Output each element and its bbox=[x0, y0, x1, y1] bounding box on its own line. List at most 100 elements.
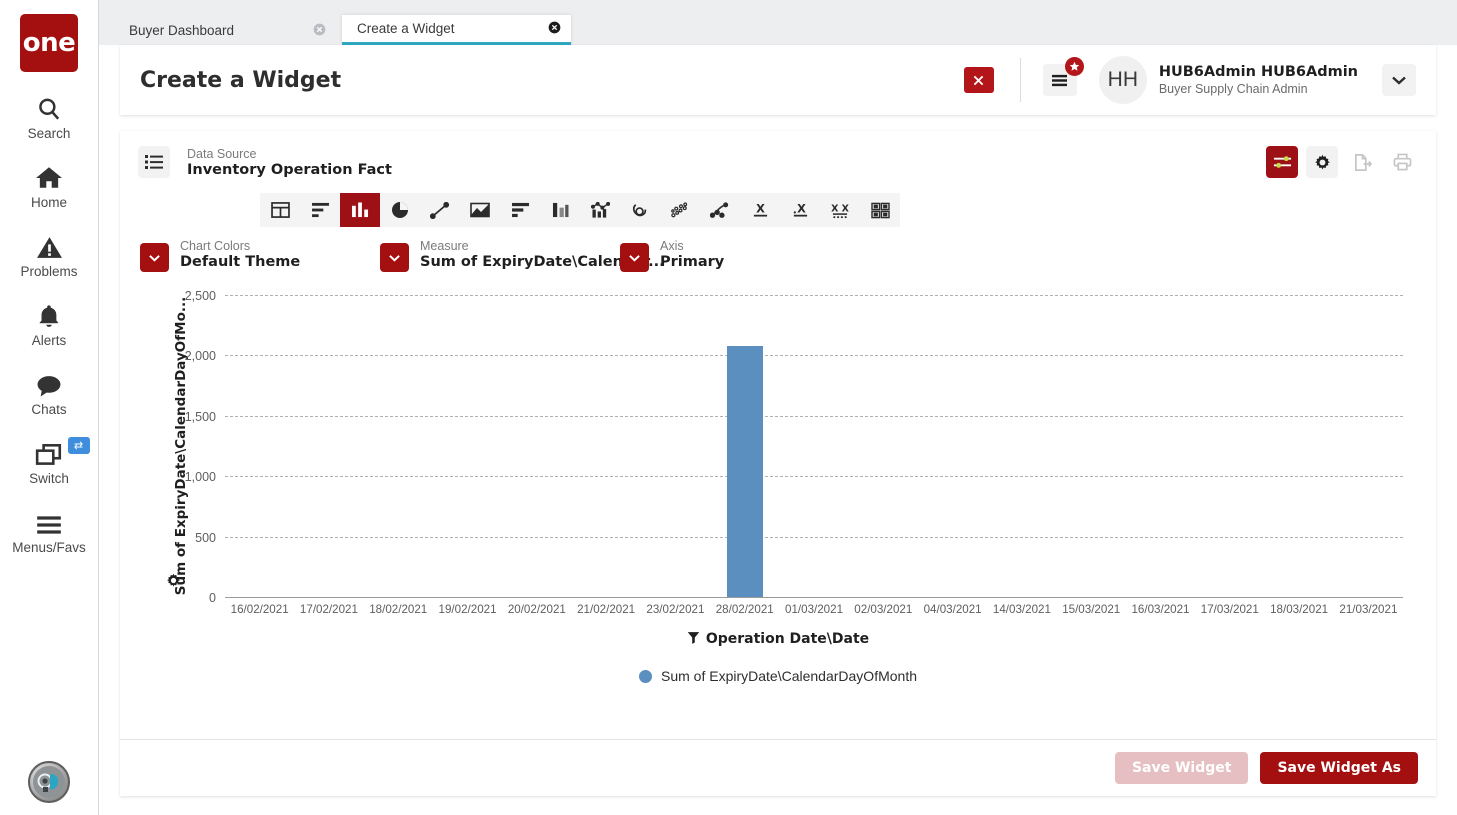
line-icon[interactable] bbox=[420, 193, 460, 227]
legend-color-dot bbox=[639, 669, 652, 683]
selector-chart-colors[interactable]: Chart Colors Default Theme bbox=[140, 239, 300, 272]
y-axis-title: Sum of ExpiryDate\CalendarDayOfMo... bbox=[170, 291, 192, 601]
y-axis-tick-label: 1,500 bbox=[184, 409, 216, 424]
bar-slot bbox=[1126, 295, 1195, 597]
svg-text:X: X bbox=[756, 202, 765, 215]
save-widget-as-button[interactable]: Save Widget As bbox=[1260, 752, 1418, 784]
y-axis-tick-label: 2,500 bbox=[184, 289, 216, 303]
x-axis-tick-label: 02/03/2021 bbox=[854, 603, 913, 616]
x-axis-tick-label: 01/03/2021 bbox=[785, 603, 844, 616]
filter-funnel-icon bbox=[687, 631, 700, 648]
selector-axis[interactable]: Axis Primary bbox=[620, 239, 724, 272]
rail-item-search[interactable]: Search bbox=[0, 92, 99, 141]
page-title: Create a Widget bbox=[140, 67, 342, 93]
x-axis-tick-label: 16/03/2021 bbox=[1131, 603, 1190, 616]
chevron-down-icon[interactable] bbox=[620, 243, 649, 272]
gear-icon[interactable] bbox=[1306, 146, 1338, 178]
chevron-down-icon[interactable] bbox=[380, 243, 409, 272]
x-axis-title: Operation Date\Date bbox=[120, 631, 1436, 648]
x-axis-tick-label: 21/02/2021 bbox=[577, 603, 636, 616]
x-axis-title-text: Operation Date\Date bbox=[705, 631, 870, 647]
avatar[interactable]: HH bbox=[1098, 56, 1147, 104]
stacked-bar-icon[interactable] bbox=[500, 193, 540, 227]
tab-create-a-widget[interactable]: Create a Widget bbox=[342, 15, 571, 45]
x-axis-tick-label: 28/02/2021 bbox=[715, 603, 774, 616]
filters-toggle-icon[interactable] bbox=[1266, 146, 1298, 178]
x-axis-tick-label: 14/03/2021 bbox=[992, 603, 1051, 616]
close-circle-icon[interactable] bbox=[295, 23, 326, 38]
x-underline-icon[interactable]: X bbox=[740, 193, 780, 227]
close-page-button[interactable] bbox=[963, 67, 994, 93]
x-dotted-icon[interactable]: X bbox=[780, 193, 820, 227]
rail-item-problems[interactable]: Problems bbox=[0, 230, 99, 279]
swap-arrows-icon[interactable]: ⇄ bbox=[67, 437, 90, 454]
horizontal-bar-icon[interactable] bbox=[300, 193, 340, 227]
chevron-down-icon[interactable] bbox=[1382, 64, 1416, 96]
list-icon[interactable] bbox=[138, 146, 170, 178]
header-menu-button[interactable] bbox=[1042, 57, 1084, 96]
selector-label: Chart Colors bbox=[180, 239, 251, 253]
legend-label: Sum of ExpiryDate\CalendarDayOfMonth bbox=[661, 668, 917, 684]
column-bar-icon[interactable] bbox=[340, 193, 380, 227]
star-icon bbox=[1064, 57, 1084, 76]
grid-matrix-icon[interactable] bbox=[860, 193, 900, 227]
bar-slot bbox=[1195, 295, 1264, 597]
rail-item-home[interactable]: Home bbox=[0, 161, 99, 210]
user-info: HUB6Admin HUB6Admin Buyer Supply Chain A… bbox=[1159, 64, 1358, 96]
bar-slot bbox=[918, 295, 987, 597]
save-widget-button[interactable]: Save Widget bbox=[1114, 752, 1249, 784]
area-icon[interactable] bbox=[460, 193, 500, 227]
assistant-head-icon[interactable] bbox=[28, 761, 70, 803]
chat-bubble-icon bbox=[35, 368, 63, 398]
rail-item-switch[interactable]: ⇄ Switch bbox=[0, 437, 99, 486]
tab-label: Create a Widget bbox=[357, 21, 455, 36]
x-axis-tick-label: 19/02/2021 bbox=[438, 603, 497, 616]
data-source-text: Data Source Inventory Operation Fact bbox=[187, 147, 392, 178]
bar-series bbox=[225, 295, 1403, 597]
range-column-icon[interactable] bbox=[540, 193, 580, 227]
home-icon bbox=[35, 161, 63, 191]
pie-icon[interactable] bbox=[380, 193, 420, 227]
tab-buyer-dashboard[interactable]: Buyer Dashboard bbox=[114, 15, 336, 45]
bar-slot bbox=[571, 295, 640, 597]
rail-label: Home bbox=[30, 195, 67, 210]
y-axis-tick-label: 0 bbox=[209, 591, 216, 605]
tab-label: Buyer Dashboard bbox=[129, 22, 235, 38]
combo-chart-icon[interactable] bbox=[580, 193, 620, 227]
chart-bar[interactable] bbox=[726, 346, 763, 597]
xx-dotted-icon[interactable]: X X bbox=[820, 193, 860, 227]
bar-slot bbox=[849, 295, 918, 597]
print-icon[interactable] bbox=[1386, 146, 1418, 178]
brand-logo[interactable]: one bbox=[20, 14, 78, 72]
close-circle-icon[interactable] bbox=[530, 21, 561, 36]
y-axis-tick-label: 2,000 bbox=[184, 349, 216, 364]
bubble-icon[interactable] bbox=[660, 193, 700, 227]
windows-stack-icon bbox=[35, 437, 63, 467]
hamburger-icon bbox=[35, 506, 63, 536]
export-icon[interactable] bbox=[1346, 146, 1378, 178]
x-axis-tick-labels: 16/02/2021 17/02/2021 18/02/2021 19/02/2021… bbox=[225, 603, 1403, 616]
bar-slot bbox=[502, 295, 571, 597]
x-axis-tick-label: 23/02/2021 bbox=[646, 603, 705, 616]
x-axis-tick-label: 21/03/2021 bbox=[1339, 603, 1398, 616]
rail-item-menus-favs[interactable]: Menus/Favs bbox=[0, 506, 99, 555]
rail-item-alerts[interactable]: Alerts bbox=[0, 299, 99, 348]
bell-icon bbox=[36, 299, 62, 329]
svg-text:X: X bbox=[797, 202, 806, 215]
rail-item-chats[interactable]: Chats bbox=[0, 368, 99, 417]
chevron-down-icon[interactable] bbox=[140, 243, 169, 272]
scatter-line-icon[interactable] bbox=[700, 193, 740, 227]
x-axis-tick-label: 16/02/2021 bbox=[230, 603, 289, 616]
user-role: Buyer Supply Chain Admin bbox=[1158, 82, 1308, 96]
bar-slot bbox=[779, 295, 848, 597]
rail-label: Chats bbox=[31, 402, 67, 417]
x-axis-tick-label: 15/03/2021 bbox=[1062, 603, 1121, 616]
selector-value: Primary bbox=[660, 254, 725, 270]
spiral-icon[interactable] bbox=[620, 193, 660, 227]
gear-icon[interactable] bbox=[166, 573, 181, 591]
table-icon[interactable] bbox=[260, 193, 300, 227]
bar-slot bbox=[710, 295, 779, 597]
bar-slot bbox=[987, 295, 1056, 597]
data-source-label: Data Source bbox=[187, 146, 257, 161]
warning-triangle-icon bbox=[36, 230, 63, 260]
